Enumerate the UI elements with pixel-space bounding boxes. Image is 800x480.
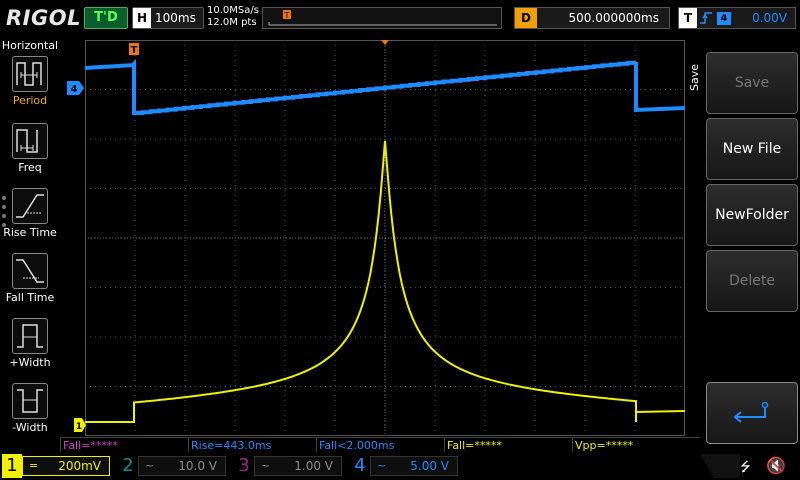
channel-2-coupling: ~ <box>145 459 155 472</box>
right-menu-title: Save <box>688 64 701 92</box>
channel-1-tab[interactable]: 1 = 200mV <box>2 454 112 478</box>
channel-2-scale: 10.0 V <box>178 459 217 473</box>
measurement-1[interactable]: Fall=***** <box>60 437 188 452</box>
measurement-bar: Fall=***** Rise=443.0ms Fall<2.000ms Fal… <box>60 437 700 452</box>
measure-positive-width[interactable]: +Width <box>0 318 60 380</box>
graticule-svg: T <box>85 40 685 436</box>
memory-depth: 12.0M pts <box>207 17 257 28</box>
fall-time-label: Fall Time <box>5 291 55 304</box>
channel-2-scale-box: ~ 10.0 V <box>138 456 226 476</box>
top-status-bar: RIGOL T'D H 100ms 10.0MSa/s 12.0M pts T D… <box>0 0 800 36</box>
ch1-level-marker[interactable]: 1 <box>74 418 86 432</box>
measurement-5[interactable]: Vpp=***** <box>572 437 700 452</box>
channel-4-scale: 5.00 V <box>410 459 449 473</box>
new-folder-button[interactable]: NewFolder <box>706 184 798 246</box>
positive-width-icon <box>12 318 48 354</box>
channel-1-scale-box: = 200mV <box>22 456 110 476</box>
channel-4-number: 4 <box>354 455 366 476</box>
fall-time-icon <box>12 253 48 289</box>
trigger-position-marker <box>381 40 389 45</box>
graticule-grid <box>85 40 685 436</box>
window-trigger-letter: T <box>131 45 138 56</box>
measurement-2[interactable]: Rise=443.0ms <box>188 437 316 452</box>
rigol-logo: RIGOL <box>6 6 81 30</box>
enter-button[interactable] <box>706 382 798 444</box>
channel-2-tab[interactable]: 2 ~ 10.0 V <box>118 454 228 478</box>
freq-label: Freq <box>18 161 42 174</box>
delay-box[interactable]: D 500.000000ms <box>514 7 670 29</box>
measure-freq[interactable]: Freq <box>0 123 60 185</box>
measure-period[interactable]: Period <box>0 56 60 118</box>
delay-value: 500.000000ms <box>568 11 659 25</box>
measure-fall-time[interactable]: Fall Time <box>0 253 60 315</box>
ch1-marker-label: 1 <box>76 422 82 432</box>
channel-4-scale-box: ~ 5.00 V <box>370 456 458 476</box>
channel-1-coupling: = <box>29 459 39 472</box>
measurement-3[interactable]: Fall<2.000ms <box>316 437 444 452</box>
rising-edge-icon <box>700 12 712 24</box>
negative-width-icon <box>12 383 48 419</box>
save-button[interactable]: Save <box>706 52 798 114</box>
channel-3-number: 3 <box>238 455 250 476</box>
measure-rise-time[interactable]: Rise Time <box>0 188 60 250</box>
bar-divider-shape <box>700 454 740 478</box>
measure-negative-width[interactable]: -Width <box>0 383 60 445</box>
rise-time-icon <box>12 188 48 224</box>
period-label: Period <box>12 94 48 107</box>
negative-width-label: -Width <box>12 421 48 434</box>
run-status-badge[interactable]: T'D <box>84 7 128 29</box>
sample-rate: 10.0MSa/s <box>207 5 259 16</box>
trigger-box[interactable]: T 4 0.00V <box>678 7 796 29</box>
freq-icon <box>12 123 48 159</box>
overview-zigzag <box>268 22 497 26</box>
timebase-value: 100ms <box>155 11 196 25</box>
sampling-info: 10.0MSa/s 12.0M pts <box>207 5 259 29</box>
measurement-4[interactable]: Fall=***** <box>444 437 572 452</box>
horizontal-letter: H <box>133 8 151 28</box>
channel-3-tab[interactable]: 3 ~ 1.00 V <box>234 454 344 478</box>
period-icon <box>12 56 48 92</box>
usb-icon: ⭍ <box>740 460 751 475</box>
left-menu-title: Horizontal <box>1 39 59 52</box>
channel-4-tab[interactable]: 4 ~ 5.00 V <box>350 454 460 478</box>
overview-trigger-letter: T <box>284 11 290 20</box>
channel-2-number: 2 <box>122 455 134 476</box>
channel-bar: 1 = 200mV 2 ~ 10.0 V 3 ~ 1.00 V 4 ~ 5.00… <box>0 452 800 480</box>
speaker-muted-icon[interactable]: 🔇 <box>766 456 786 475</box>
trigger-letter: T <box>679 8 697 28</box>
timebase-box[interactable]: H 100ms <box>132 7 204 29</box>
trigger-level: 0.00V <box>752 11 787 25</box>
overview-waveform: T <box>268 10 497 26</box>
channel-3-scale: 1.00 V <box>294 459 333 473</box>
new-file-button[interactable]: New File <box>706 118 798 180</box>
channel-1-scale: 200mV <box>58 459 101 473</box>
ch4-marker-label: 4 <box>71 84 78 95</box>
rise-time-label: Rise Time <box>3 226 57 239</box>
channel-4-coupling: ~ <box>377 459 387 472</box>
channel-3-coupling: ~ <box>261 459 271 472</box>
positive-width-label: +Width <box>9 356 51 369</box>
enter-arrow-icon <box>733 401 769 423</box>
delete-button[interactable]: Delete <box>706 250 798 312</box>
waveform-overview-strip[interactable]: T <box>262 7 502 29</box>
delay-letter: D <box>515 8 537 28</box>
left-measure-menu: Horizontal Period Freq Rise Time Fall Ti… <box>0 36 60 452</box>
ch4-level-marker[interactable]: 4 <box>67 81 85 95</box>
right-save-menu: Save Save New File NewFolder Delete <box>686 36 800 452</box>
waveform-display[interactable]: T <box>85 40 685 436</box>
trigger-source-badge: 4 <box>717 12 731 25</box>
channel-1-number: 1 <box>2 454 22 478</box>
channel-3-scale-box: ~ 1.00 V <box>254 456 342 476</box>
